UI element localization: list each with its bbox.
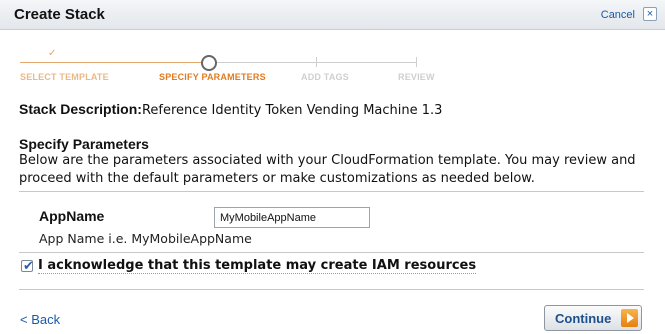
continue-button[interactable]: Continue [544,305,642,331]
divider [19,289,644,290]
progress-track-completed [20,62,208,63]
current-step-icon [201,55,217,71]
cancel-link[interactable]: Cancel [601,9,635,21]
divider [19,252,644,253]
appname-input[interactable] [214,207,370,228]
step-add-tags: ADD TAGS [301,72,349,82]
acknowledge-checkbox[interactable]: ✔ [21,258,34,273]
step-marker-review [416,57,417,67]
acknowledge-label[interactable]: I acknowledge that this template may cre… [38,258,477,274]
section-title: Specify Parameters [19,136,149,152]
param-name-appname: AppName [39,208,105,224]
stack-description-label: Stack Description: [19,101,142,117]
param-help-appname: App Name i.e. MyMobileAppName [39,231,252,246]
step-select-template: SELECT TEMPLATE [20,72,109,82]
wizard-progress: ✓ SELECT TEMPLATE SPECIFY PARAMETERS ADD… [20,44,460,84]
dialog-header: Create Stack Cancel × [0,0,665,30]
section-intro: Below are the parameters associated with… [19,153,636,186]
step-review: REVIEW [398,72,435,82]
dialog-title: Create Stack [14,6,105,23]
stack-description: Stack Description:Reference Identity Tok… [19,101,442,118]
check-icon: ✓ [48,48,57,59]
stack-description-value: Reference Identity Token Vending Machine… [141,103,443,118]
step-specify-parameters: SPECIFY PARAMETERS [159,72,266,82]
continue-button-label: Continue [555,311,612,326]
close-icon[interactable]: × [643,7,657,21]
arrow-right-icon [621,309,638,327]
divider [19,191,644,192]
step-marker-add-tags [316,57,317,67]
back-link[interactable]: < Back [20,312,60,327]
checkmark-icon: ✔ [23,258,34,273]
